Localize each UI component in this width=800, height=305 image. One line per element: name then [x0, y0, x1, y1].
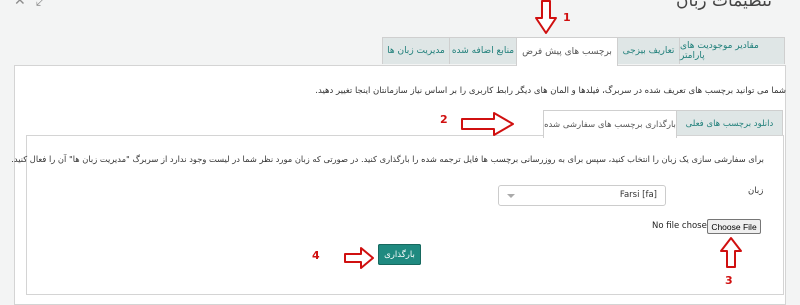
chevron-down-icon — [507, 194, 515, 198]
tab-default-labels[interactable]: برچسب های پیش فرض — [516, 37, 618, 66]
window-controls: ✕⤢ — [14, 0, 57, 9]
annotation-number-4: 4 — [312, 249, 320, 262]
annotation-arrow-4 — [344, 247, 374, 269]
tab-manage-languages[interactable]: مدیریت زبان ها — [382, 37, 450, 64]
annotation-arrow-2 — [461, 112, 514, 136]
tab-bijay-definitions[interactable]: تعاریف بیزجی — [617, 37, 680, 64]
tab-added-resources[interactable]: منابع اضافه شده — [449, 37, 517, 64]
close-icon[interactable]: ✕ — [14, 0, 36, 9]
tab-parameter-entity-values[interactable]: مقادیر موجودیت های پارامتر — [679, 37, 785, 64]
upload-button[interactable]: بارگذاری — [378, 244, 421, 265]
annotation-arrow-3 — [720, 237, 742, 268]
language-select[interactable]: Farsi [fa] — [498, 185, 666, 206]
tab-download-current-labels[interactable]: دانلود برچسب های فعلی — [676, 110, 783, 136]
annotation-number-2: 2 — [440, 113, 448, 126]
intro-text: شما می توانید برچسب های تعریف شده در سرب… — [315, 86, 786, 96]
file-status-text: No file chosen — [652, 221, 713, 231]
annotation-number-3: 3 — [725, 274, 733, 287]
upload-instructions: برای سفارشی سازی یک زبان را انتخاب کنید،… — [11, 154, 764, 164]
choose-file-button[interactable]: Choose File — [707, 219, 761, 234]
expand-icon[interactable]: ⤢ — [36, 0, 57, 9]
annotation-arrow-1 — [535, 0, 557, 34]
main-tabs: مدیریت زبان ها منابع اضافه شده برچسب های… — [382, 37, 785, 66]
annotation-number-1: 1 — [563, 11, 571, 24]
page-title: تنظیمات زبان — [676, 0, 772, 11]
sub-tabs: بارگذاری برچسب های سفارشی شده دانلود برچ… — [543, 110, 784, 138]
tab-upload-custom-labels[interactable]: بارگذاری برچسب های سفارشی شده — [543, 110, 677, 138]
language-select-value: Farsi [fa] — [619, 190, 657, 200]
language-label: زبان — [748, 186, 764, 196]
